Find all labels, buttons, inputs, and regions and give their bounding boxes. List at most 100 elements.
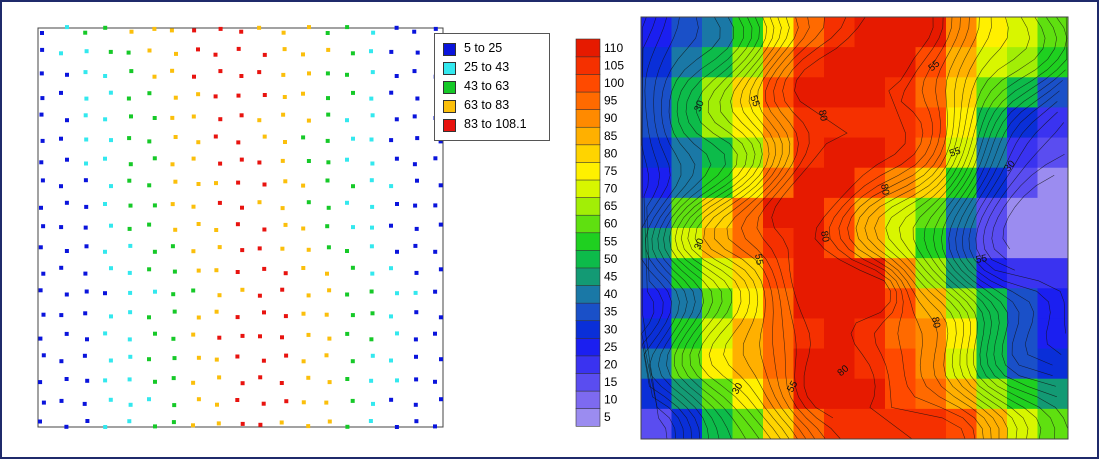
- contour-cell: [702, 318, 734, 350]
- contour-cell: [732, 318, 764, 350]
- contour-cell: [1037, 197, 1068, 229]
- contour-cell: [641, 47, 673, 78]
- contour-cell: [976, 348, 1008, 380]
- contour-cell: [641, 408, 673, 439]
- contour-cell: [793, 318, 825, 350]
- contour-cell: [946, 228, 978, 259]
- contour-map: 303030305555555555558080808080: [640, 16, 1069, 440]
- contour-cell: [885, 228, 917, 259]
- contour-cell: [854, 197, 886, 229]
- contour-cell: [1037, 137, 1068, 169]
- contour-cell: [732, 17, 764, 48]
- contour-cell: [641, 167, 673, 199]
- contour-cell: [1037, 167, 1068, 199]
- contour-cell: [793, 408, 825, 439]
- contour-cell: [1007, 318, 1039, 350]
- contour-cell: [671, 408, 703, 439]
- contour-cell: [732, 408, 764, 439]
- contour-cell: [824, 77, 856, 109]
- contour-cell: [824, 167, 856, 199]
- contour-cell: [671, 258, 703, 289]
- contour-cell: [885, 137, 917, 169]
- contour-cell: [671, 378, 703, 410]
- contour-cell: [671, 17, 703, 48]
- contour-cell: [702, 17, 734, 48]
- contour-cell: [946, 107, 978, 139]
- contour-cell: [824, 47, 856, 78]
- contour-cell: [1007, 17, 1039, 48]
- contour-cell: [976, 17, 1008, 48]
- contour-cell: [763, 348, 795, 380]
- contour-cell: [1007, 228, 1039, 259]
- contour-cell: [854, 77, 886, 109]
- contour-cell: [793, 258, 825, 289]
- contour-cell: [763, 318, 795, 350]
- contour-cell: [1037, 17, 1068, 48]
- contour-cell: [641, 288, 673, 320]
- contour-cell: [1037, 318, 1068, 350]
- contour-cell: [885, 408, 917, 439]
- contour-cell: [1007, 408, 1039, 439]
- contour-cell: [885, 107, 917, 139]
- contour-cell: [641, 258, 673, 289]
- contour-cell: [793, 47, 825, 78]
- contour-cell: [702, 47, 734, 78]
- contour-cell: [854, 137, 886, 169]
- contour-cell: [641, 107, 673, 139]
- contour-cell: [885, 318, 917, 350]
- contour-cell: [824, 378, 856, 410]
- contour-cell: [1007, 258, 1039, 289]
- contour-cell: [976, 408, 1008, 439]
- contour-cell: [824, 408, 856, 439]
- contour-cell: [702, 137, 734, 169]
- contour-cell: [671, 318, 703, 350]
- contour-cell: [1037, 378, 1068, 410]
- contour-cell: [854, 408, 886, 439]
- contour-cell: [1007, 348, 1039, 380]
- contour-cell: [793, 77, 825, 109]
- contour-cell: [915, 77, 947, 109]
- contour-cell: [1007, 77, 1039, 109]
- contour-cell: [824, 17, 856, 48]
- contour-cell: [793, 197, 825, 229]
- contour-cell: [854, 17, 886, 48]
- contour-cell: [763, 77, 795, 109]
- contour-cell: [1007, 197, 1039, 229]
- contour-cell: [885, 17, 917, 48]
- contour-cell: [885, 348, 917, 380]
- contour-cell: [732, 288, 764, 320]
- contour-cell: [1037, 348, 1068, 380]
- contour-cell: [915, 378, 947, 410]
- contour-cell: [946, 47, 978, 78]
- contour-cell: [854, 47, 886, 78]
- contour-cell: [1037, 228, 1068, 259]
- contour-cell: [915, 137, 947, 169]
- contour-cell: [885, 288, 917, 320]
- contour-cell: [854, 107, 886, 139]
- contour-cell: [854, 228, 886, 259]
- contour-cell: [976, 47, 1008, 78]
- contour-cell: [702, 228, 734, 259]
- contour-cell: [641, 137, 673, 169]
- contour-cell: [763, 228, 795, 259]
- contour-cell: [1007, 378, 1039, 410]
- contour-cell: [702, 77, 734, 109]
- contour-cell: [702, 107, 734, 139]
- contour-cell: [824, 197, 856, 229]
- contour-cell: [671, 137, 703, 169]
- contour-cell: [824, 107, 856, 139]
- contour-cell: [946, 408, 978, 439]
- contour-cell: [732, 47, 764, 78]
- contour-cell: [854, 378, 886, 410]
- contour-cell: [854, 318, 886, 350]
- contour-cell: [915, 197, 947, 229]
- contour-cell: [1037, 107, 1068, 139]
- contour-cell: [793, 167, 825, 199]
- contour-cell: [915, 107, 947, 139]
- contour-cell: [824, 288, 856, 320]
- contour-cell: [732, 107, 764, 139]
- contour-cell: [671, 197, 703, 229]
- contour-cell: [824, 318, 856, 350]
- contour-cell: [824, 258, 856, 289]
- contour-cell: [732, 197, 764, 229]
